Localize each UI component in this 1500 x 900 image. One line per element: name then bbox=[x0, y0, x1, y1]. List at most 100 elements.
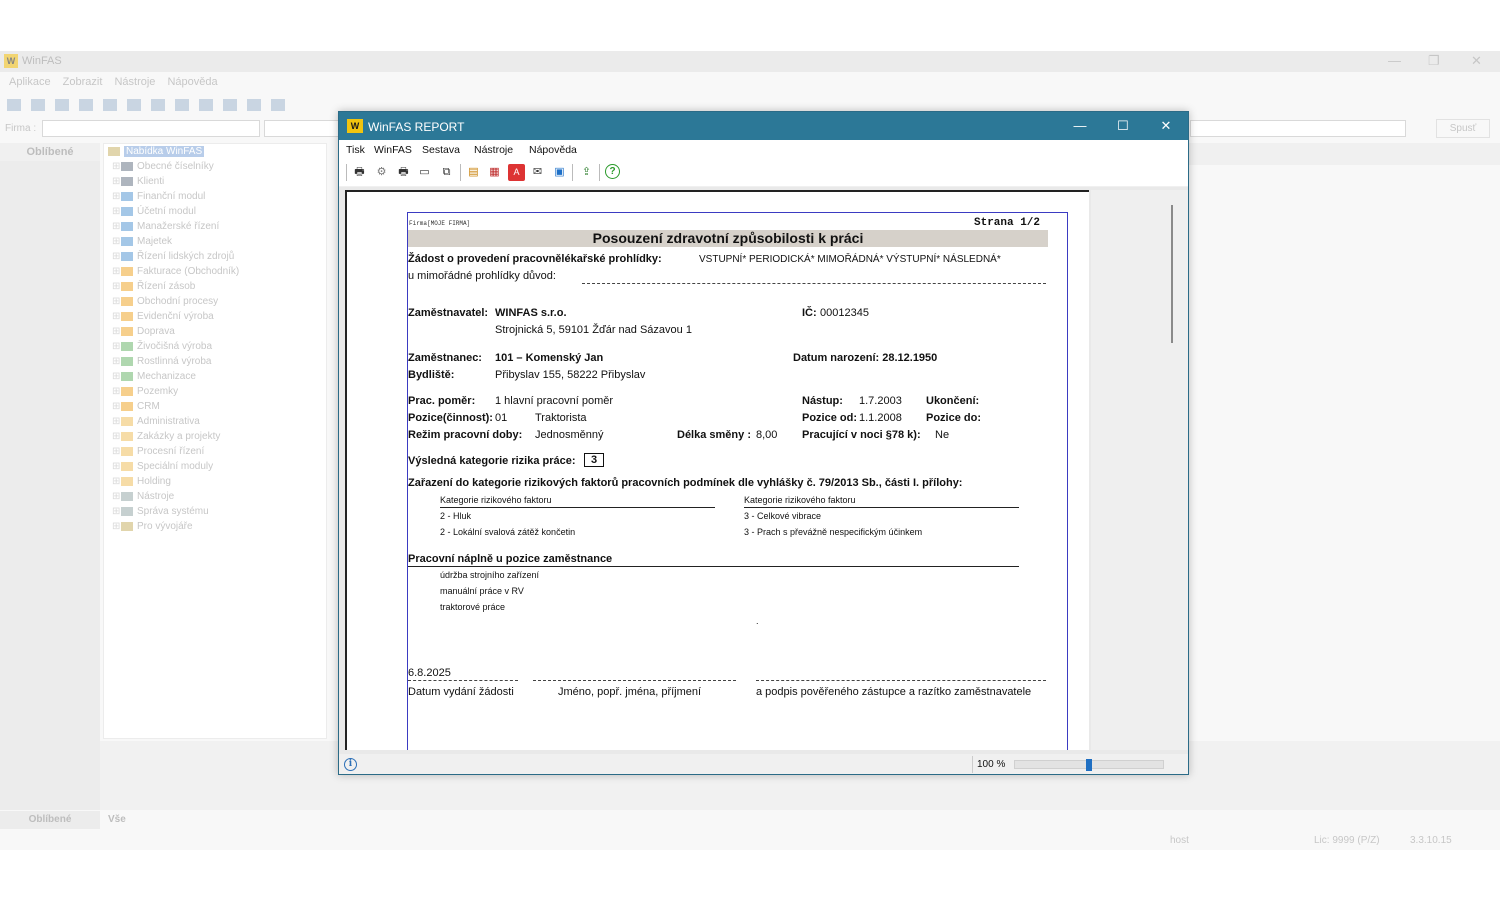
toolbar-icon[interactable] bbox=[103, 99, 117, 111]
expand-icon[interactable]: ⊞ bbox=[112, 339, 121, 354]
export-icon[interactable]: ⇪ bbox=[578, 164, 595, 181]
tree-item[interactable]: ⊞ Živočišná výroba bbox=[104, 339, 326, 354]
restore-icon[interactable]: ❐ bbox=[1428, 53, 1440, 69]
expand-icon[interactable]: ⊞ bbox=[112, 219, 121, 234]
maximize-button[interactable]: ☐ bbox=[1101, 112, 1145, 140]
menu-sestava[interactable]: Sestava bbox=[422, 144, 460, 156]
tree-item[interactable]: ⊞ Speciální moduly bbox=[104, 459, 326, 474]
expand-icon[interactable]: ⊞ bbox=[112, 354, 121, 369]
expand-icon[interactable]: ⊞ bbox=[112, 369, 121, 384]
excel-icon[interactable]: ▦ bbox=[486, 164, 503, 181]
tree-item[interactable]: ⊞ Správa systému bbox=[104, 504, 326, 519]
pdf-icon[interactable]: A bbox=[508, 164, 525, 181]
menu-napoveda[interactable]: Nápověda bbox=[167, 76, 217, 88]
expand-icon[interactable]: ⊞ bbox=[112, 384, 121, 399]
tree-item[interactable]: ⊞ Mechanizace bbox=[104, 369, 326, 384]
tree-item[interactable]: ⊞ Klienti bbox=[104, 174, 326, 189]
tab-vse[interactable]: Vše bbox=[108, 814, 126, 825]
expand-icon[interactable]: ⊞ bbox=[112, 474, 121, 489]
run-select[interactable] bbox=[1190, 120, 1406, 137]
toolbar-icon[interactable] bbox=[223, 99, 237, 111]
zoom-slider-thumb[interactable] bbox=[1086, 759, 1092, 771]
tree-item[interactable]: ⊞ Manažerské řízení bbox=[104, 219, 326, 234]
tab-oblibene[interactable]: Oblíbené bbox=[0, 811, 100, 829]
toolbar-icon[interactable] bbox=[31, 99, 45, 111]
info-icon[interactable]: i bbox=[344, 758, 357, 771]
toolbar-icon[interactable] bbox=[7, 99, 21, 111]
save-icon[interactable]: ▣ bbox=[551, 164, 568, 181]
close-button[interactable]: ✕ bbox=[1144, 112, 1188, 140]
expand-icon[interactable]: ⊞ bbox=[112, 399, 121, 414]
expand-icon[interactable]: ⊞ bbox=[112, 429, 121, 444]
help-icon[interactable] bbox=[271, 99, 285, 111]
menu-nastroje[interactable]: Nástroje bbox=[474, 144, 513, 156]
minimize-icon[interactable]: — bbox=[1388, 53, 1401, 68]
tree-item[interactable]: ⊞ Majetek bbox=[104, 234, 326, 249]
expand-icon[interactable]: ⊞ bbox=[112, 189, 121, 204]
toolbar-icon[interactable] bbox=[55, 99, 69, 111]
tree-item[interactable]: ⊞ Rostlinná výroba bbox=[104, 354, 326, 369]
tree-item[interactable]: ⊞ Fakturace (Obchodník) bbox=[104, 264, 326, 279]
toolbar-icon[interactable] bbox=[199, 99, 213, 111]
tree-item[interactable]: ⊞ Obchodní procesy bbox=[104, 294, 326, 309]
tree-item[interactable]: ⊞ Holding bbox=[104, 474, 326, 489]
run-button[interactable]: Spusť bbox=[1436, 119, 1490, 138]
expand-icon[interactable]: ⊞ bbox=[112, 489, 121, 504]
expand-icon[interactable]: ⊞ bbox=[112, 249, 121, 264]
vertical-scrollbar[interactable] bbox=[1171, 205, 1173, 343]
settings-icon[interactable]: ⚙ bbox=[373, 164, 390, 181]
menu-aplikace[interactable]: Aplikace bbox=[9, 76, 51, 88]
email-icon[interactable]: ✉ bbox=[529, 164, 546, 181]
menu-nastroje[interactable]: Nástroje bbox=[114, 76, 155, 88]
settings-icon[interactable] bbox=[247, 99, 261, 111]
close-icon[interactable]: ✕ bbox=[1471, 53, 1482, 69]
expand-icon[interactable]: ⊞ bbox=[112, 279, 121, 294]
menu-winfas[interactable]: WinFAS bbox=[374, 144, 412, 156]
expand-icon[interactable]: ⊞ bbox=[112, 234, 121, 249]
expand-icon[interactable]: ⊞ bbox=[112, 459, 121, 474]
expand-icon[interactable]: ⊞ bbox=[112, 294, 121, 309]
tree-root[interactable]: Nabídka WinFAS bbox=[104, 144, 326, 159]
tree-item[interactable]: ⊞ CRM bbox=[104, 399, 326, 414]
tree-item[interactable]: ⊞ Obecné číselníky bbox=[104, 159, 326, 174]
tree-item[interactable]: ⊞ Pro vývojáře bbox=[104, 519, 326, 534]
refresh-icon[interactable] bbox=[127, 99, 141, 111]
expand-icon[interactable]: ⊞ bbox=[112, 309, 121, 324]
help-icon[interactable]: ? bbox=[605, 164, 620, 179]
report-viewport[interactable]: Firma[MOJE FIRMA] Strana 1/2 Posouzení z… bbox=[339, 187, 1188, 754]
expand-icon[interactable]: ⊞ bbox=[112, 444, 121, 459]
expand-icon[interactable]: ⊞ bbox=[112, 504, 121, 519]
tree-item[interactable]: ⊞ Doprava bbox=[104, 324, 326, 339]
menu-zobrazit[interactable]: Zobrazit bbox=[63, 76, 103, 88]
back-icon[interactable] bbox=[79, 99, 93, 111]
printer-icon[interactable]: 🖶 bbox=[395, 164, 412, 181]
zoom-slider[interactable] bbox=[1014, 759, 1164, 771]
expand-icon[interactable]: ⊞ bbox=[112, 174, 121, 189]
tree-item[interactable]: ⊞ Procesní řízení bbox=[104, 444, 326, 459]
tree-item[interactable]: ⊞ Řízení zásob bbox=[104, 279, 326, 294]
toolbar-icon[interactable] bbox=[151, 99, 165, 111]
tree-item[interactable]: ⊞ Administrativa bbox=[104, 414, 326, 429]
expand-icon[interactable]: ⊞ bbox=[112, 159, 121, 174]
toolbar-icon[interactable] bbox=[175, 99, 189, 111]
print-preview-icon[interactable]: ▭ bbox=[416, 164, 433, 181]
tree-item[interactable]: ⊞ Evidenční výroba bbox=[104, 309, 326, 324]
expand-icon[interactable]: ⊞ bbox=[112, 204, 121, 219]
tree-item[interactable]: ⊞ Nástroje bbox=[104, 489, 326, 504]
expand-icon[interactable]: ⊞ bbox=[112, 264, 121, 279]
expand-icon[interactable]: ⊞ bbox=[112, 324, 121, 339]
tree-item[interactable]: ⊞ Řízení lidských zdrojů bbox=[104, 249, 326, 264]
copy-icon[interactable]: ⧉ bbox=[438, 164, 455, 181]
folder-icon[interactable]: ▤ bbox=[465, 164, 482, 181]
tree-item[interactable]: ⊞ Finanční modul bbox=[104, 189, 326, 204]
tree-item[interactable]: ⊞ Zakázky a projekty bbox=[104, 429, 326, 444]
tree-item[interactable]: ⊞ Pozemky bbox=[104, 384, 326, 399]
minimize-button[interactable]: — bbox=[1058, 112, 1102, 140]
firma-input[interactable] bbox=[42, 120, 260, 137]
favorites-header[interactable]: Oblíbené bbox=[0, 143, 100, 161]
tree-item[interactable]: ⊞ Účetní modul bbox=[104, 204, 326, 219]
expand-icon[interactable]: ⊞ bbox=[112, 414, 121, 429]
print-icon[interactable]: 🖶 bbox=[351, 164, 368, 181]
expand-icon[interactable]: ⊞ bbox=[112, 519, 121, 534]
menu-napoveda[interactable]: Nápověda bbox=[529, 144, 577, 156]
